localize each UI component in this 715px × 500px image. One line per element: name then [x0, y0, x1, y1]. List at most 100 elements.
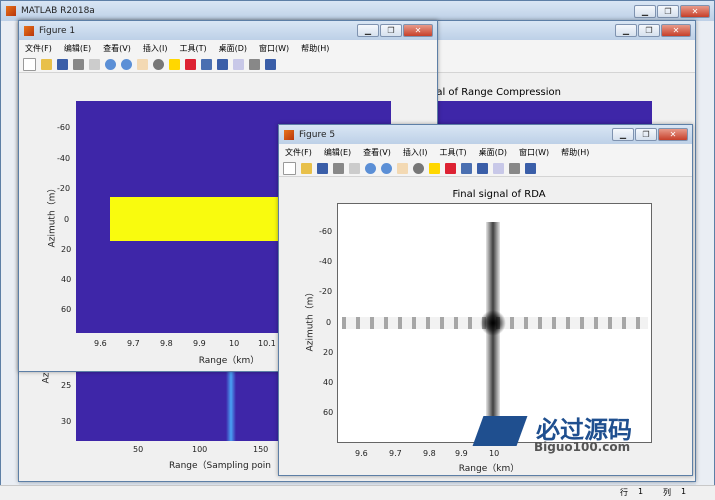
figure5-menubar: 文件(F) 编辑(E) 查看(V) 插入(I) 工具(T) 桌面(D) 窗口(W… — [279, 144, 692, 160]
figure1-titlebar: Figure 1 ▁ ❐ ✕ — [19, 21, 437, 40]
menu-edit[interactable]: 编辑(E) — [64, 43, 91, 54]
fig1-xlabel: Range（km） — [198, 356, 260, 366]
menu-desktop[interactable]: 桌面(D) — [479, 147, 507, 158]
menu-view[interactable]: 查看(V) — [363, 147, 391, 158]
menu-tools[interactable]: 工具(T) — [179, 43, 206, 54]
matlab-statusbar: 行 1 列 1 — [0, 485, 715, 500]
new-figure-icon[interactable] — [23, 57, 36, 71]
save-icon[interactable] — [317, 162, 328, 174]
link-icon[interactable] — [201, 58, 212, 70]
back-xtick-50: 50 — [133, 445, 144, 454]
close-button[interactable]: ✕ — [403, 24, 433, 37]
menu-desktop[interactable]: 桌面(D) — [219, 43, 247, 54]
zoom-out-icon[interactable] — [121, 58, 132, 70]
fig1-xtick: 9.8 — [160, 339, 173, 348]
menu-window[interactable]: 窗口(W) — [519, 147, 549, 158]
menu-help[interactable]: 帮助(H) — [561, 147, 589, 158]
fig5-xtick: 9.6 — [355, 449, 368, 458]
back-ytick-30: 30 — [61, 417, 72, 426]
minimize-button[interactable]: ▁ — [634, 4, 656, 18]
menu-insert[interactable]: 插入(I) — [143, 43, 168, 54]
legend-icon[interactable] — [493, 162, 504, 174]
brush-icon[interactable] — [185, 58, 196, 70]
menu-view[interactable]: 查看(V) — [103, 43, 131, 54]
fig5-xtick: 9.7 — [389, 449, 402, 458]
status-col: 1 — [681, 487, 687, 496]
dock-icon[interactable] — [265, 58, 276, 70]
maximize-button[interactable]: ❐ — [638, 24, 660, 37]
close-button[interactable]: ✕ — [661, 24, 691, 37]
pan-icon[interactable] — [397, 162, 408, 174]
menu-help[interactable]: 帮助(H) — [301, 43, 329, 54]
rda-peak — [480, 310, 506, 336]
maximize-button[interactable]: ❐ — [657, 4, 679, 18]
open-icon[interactable] — [41, 58, 52, 70]
minimize-button[interactable]: ▁ — [612, 128, 634, 141]
brush-icon[interactable] — [445, 162, 456, 174]
zoom-in-icon[interactable] — [105, 58, 116, 70]
minimize-button[interactable]: ▁ — [357, 24, 379, 37]
figure5-titlebar: Figure 5 ▁ ❐ ✕ — [279, 125, 692, 144]
pointer-icon[interactable] — [349, 162, 360, 174]
menu-window[interactable]: 窗口(W) — [259, 43, 289, 54]
colorbar-icon[interactable] — [217, 58, 228, 70]
fig1-xtick: 10.1 — [258, 339, 276, 348]
fig1-ytick: -60 — [57, 123, 71, 132]
fig1-ytick: -40 — [57, 154, 71, 163]
fig1-ytick: 20 — [61, 245, 72, 254]
minimize-button[interactable]: ▁ — [615, 24, 637, 37]
fig5-ytick: 60 — [323, 408, 334, 417]
back-xtick-150: 150 — [253, 445, 269, 454]
menu-file[interactable]: 文件(F) — [25, 43, 52, 54]
fig5-ytick: 0 — [326, 318, 332, 327]
fig5-ytick: -20 — [319, 287, 333, 296]
zoom-in-icon[interactable] — [365, 162, 376, 174]
fig5-ytick: -40 — [319, 257, 333, 266]
print-icon[interactable] — [333, 162, 344, 174]
close-button[interactable]: ✕ — [680, 4, 710, 18]
range-line — [226, 371, 236, 441]
pan-icon[interactable] — [137, 58, 148, 70]
figure-icon — [284, 129, 294, 140]
figure-icon — [24, 25, 34, 36]
status-row-label: 行 — [620, 488, 628, 497]
hide-tools-icon[interactable] — [509, 162, 520, 174]
menu-insert[interactable]: 插入(I) — [403, 147, 428, 158]
rotate-icon[interactable] — [153, 58, 164, 70]
back-ylabel: Az — [41, 372, 52, 384]
colorbar-icon[interactable] — [477, 162, 488, 174]
menu-edit[interactable]: 编辑(E) — [324, 147, 351, 158]
fig1-xtick: 9.9 — [193, 339, 206, 348]
hide-tools-icon[interactable] — [249, 58, 260, 70]
close-button[interactable]: ✕ — [658, 128, 688, 141]
fig5-axes — [337, 203, 652, 443]
save-icon[interactable] — [57, 58, 68, 70]
datacursor-icon[interactable] — [169, 58, 180, 70]
rotate-icon[interactable] — [413, 162, 424, 174]
status-row: 1 — [638, 487, 644, 496]
open-icon[interactable] — [301, 162, 312, 174]
maximize-button[interactable]: ❐ — [635, 128, 657, 141]
figure1-toolbar — [19, 56, 437, 73]
fig5-ytick: 20 — [323, 348, 334, 357]
menu-tools[interactable]: 工具(T) — [439, 147, 466, 158]
menu-file[interactable]: 文件(F) — [285, 147, 312, 158]
desktop-right-panel — [696, 21, 714, 485]
new-figure-icon[interactable] — [283, 161, 296, 175]
dock-icon[interactable] — [525, 162, 536, 174]
link-icon[interactable] — [461, 162, 472, 174]
back-plot-title: nal of Range Compression — [430, 87, 562, 98]
pointer-icon[interactable] — [89, 58, 100, 70]
print-icon[interactable] — [73, 58, 84, 70]
datacursor-icon[interactable] — [429, 162, 440, 174]
legend-icon[interactable] — [233, 58, 244, 70]
fig5-ytick: -60 — [319, 227, 333, 236]
watermark-line2: Biguo100.com — [534, 440, 631, 454]
matlab-titlebar: MATLAB R2018a ▁ ❐ ✕ — [1, 1, 714, 21]
fig5-xlabel: Range（km） — [458, 464, 520, 474]
matlab-logo-icon — [6, 6, 16, 16]
fig1-ytick: 0 — [64, 215, 70, 224]
zoom-out-icon[interactable] — [381, 162, 392, 174]
maximize-button[interactable]: ❐ — [380, 24, 402, 37]
matlab-title: MATLAB R2018a — [21, 6, 95, 16]
